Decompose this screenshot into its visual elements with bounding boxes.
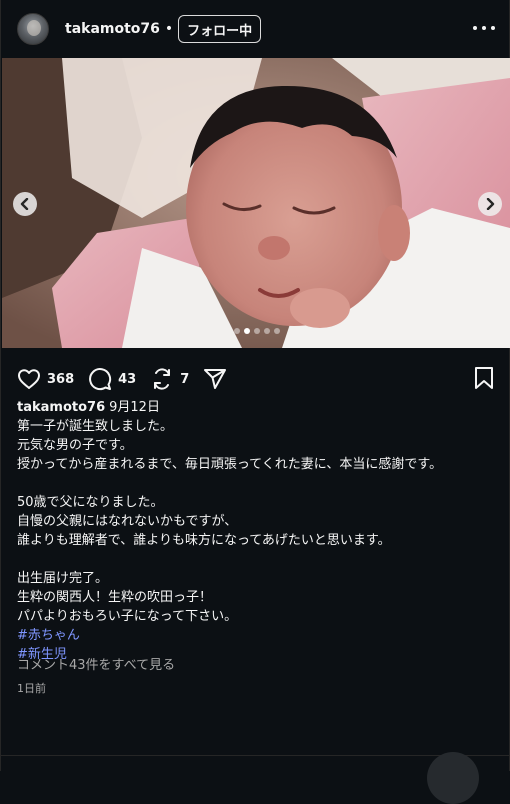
avatar[interactable] (17, 13, 49, 45)
post-container: takamoto76 • フォロー中 368 43 7 takamoto76 9… (0, 0, 510, 804)
separator-dot: • (164, 21, 174, 37)
caption-line: 元気な男の子です。 (17, 438, 133, 453)
carousel-prev-button[interactable] (13, 192, 37, 216)
divider (1, 755, 510, 756)
caption-line: 授かってから産まれるまで、毎日頑張ってくれた妻に、本当に感謝です。 (17, 457, 443, 472)
repost-button[interactable]: 7 (150, 367, 189, 391)
carousel-indicator (234, 328, 280, 334)
caption-line: 出生届け完了。 (17, 571, 109, 586)
view-all-comments-link[interactable]: コメント43件をすべて見る (17, 654, 175, 673)
carousel-dot (264, 328, 270, 334)
repost-icon (154, 368, 171, 390)
paper-plane-icon (204, 369, 227, 389)
caption-line: 50歳で父になりました。 (17, 495, 164, 510)
carousel-dot (254, 328, 260, 334)
hashtag-link[interactable]: #赤ちゃん (17, 626, 497, 645)
caption-line: 自慢の父親にはなれないかもですが、 (17, 514, 238, 529)
caption-line: 第一子が誕生致しました。 (17, 419, 174, 434)
like-button[interactable]: 368 (17, 368, 74, 390)
comment-count: 43 (118, 371, 137, 387)
share-button[interactable] (203, 367, 227, 391)
carousel-next-button[interactable] (478, 192, 502, 216)
following-button[interactable]: フォロー中 (178, 15, 262, 43)
floating-action-button[interactable] (427, 752, 479, 804)
comment-button[interactable]: 43 (88, 367, 136, 391)
carousel-dot (234, 328, 240, 334)
like-count: 368 (47, 371, 75, 387)
carousel-dot (274, 328, 280, 334)
caption-line: パパよりおもろい子になって下さい。 (17, 609, 238, 624)
more-options-icon[interactable] (473, 18, 495, 38)
caption-line: 誰よりも理解者で、誰よりも味方になってあげたいと思います。 (17, 533, 391, 548)
carousel-dot-active (244, 328, 250, 334)
username[interactable]: takamoto76 (65, 21, 160, 37)
caption-username[interactable]: takamoto76 (17, 400, 105, 415)
chevron-left-icon (20, 198, 29, 210)
post-photo[interactable] (2, 58, 510, 348)
repost-count: 7 (180, 371, 190, 387)
comment-icon (89, 368, 112, 391)
caption-date: 9月12日 (109, 400, 160, 415)
post-header: takamoto76 • フォロー中 (1, 0, 510, 58)
chevron-right-icon (486, 198, 495, 210)
newborn-baby-photo (2, 58, 510, 348)
post-timestamp: 1日前 (17, 682, 46, 695)
caption-line: 生粋の関西人！生粋の吹田っ子！ (17, 590, 213, 605)
bookmark-icon (475, 367, 493, 389)
post-caption: takamoto76 9月12日 第一子が誕生致しました。 元気な男の子です。 授… (17, 398, 497, 664)
heart-icon (18, 369, 40, 389)
save-button[interactable] (473, 366, 495, 394)
action-bar: 368 43 7 (17, 366, 495, 392)
